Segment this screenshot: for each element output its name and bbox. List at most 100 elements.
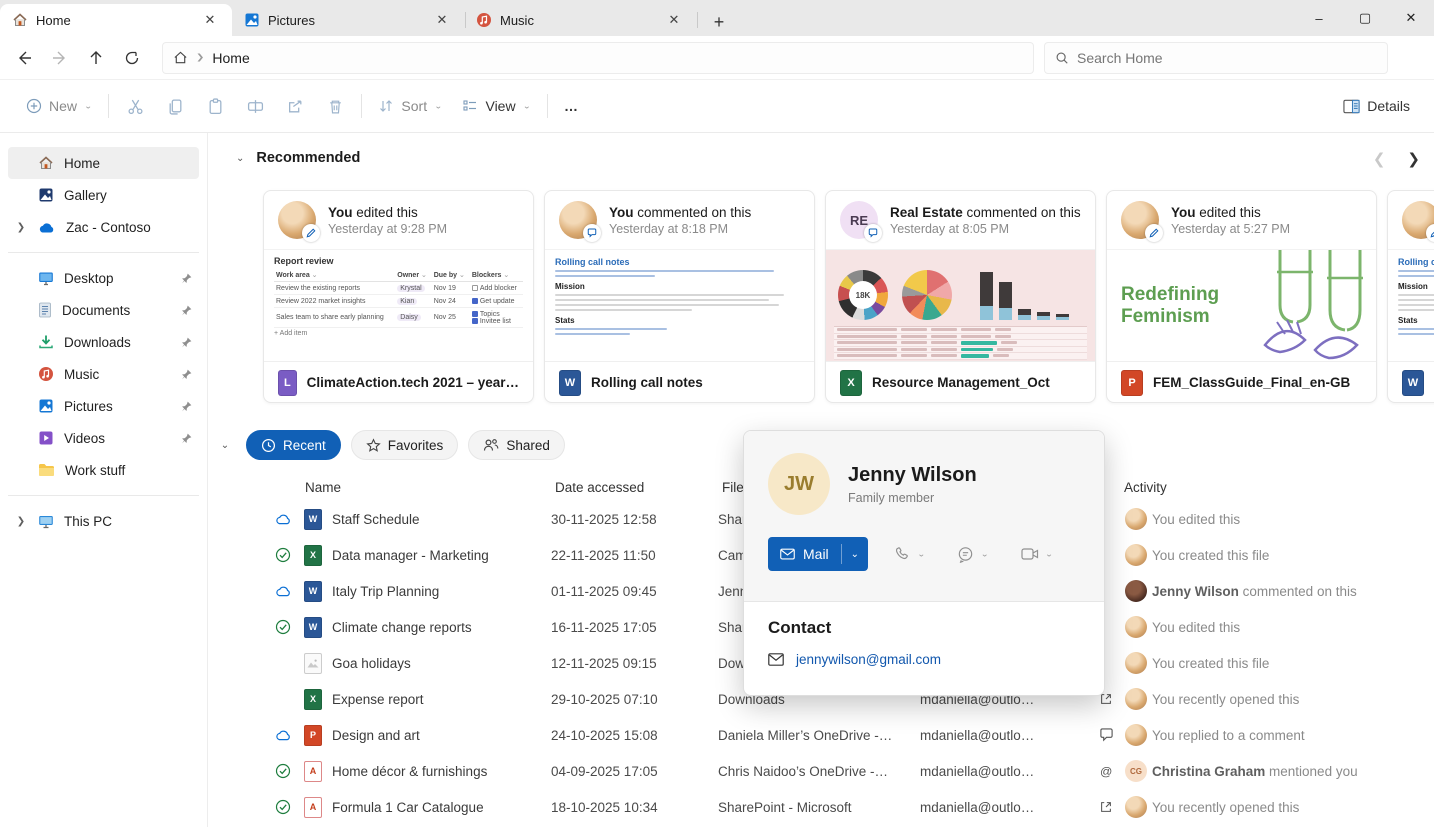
breadcrumb-home-icon[interactable] bbox=[173, 50, 188, 65]
tab-close-icon[interactable]: ✕ bbox=[198, 8, 222, 32]
filter-pill-favorites[interactable]: Favorites bbox=[351, 430, 459, 460]
tab-close-icon[interactable]: ✕ bbox=[662, 8, 686, 32]
column-header-activity[interactable]: Activity bbox=[1096, 480, 1434, 495]
pdf-file-icon: A bbox=[304, 797, 322, 818]
breadcrumb[interactable]: ❯ Home bbox=[162, 42, 1034, 74]
filter-pill-shared[interactable]: Shared bbox=[468, 430, 565, 460]
check-sync-icon bbox=[268, 547, 298, 563]
recommended-card[interactable]: You edited thisYesterday at 5:27 PMRedef… bbox=[1106, 190, 1377, 403]
expand-chevron-icon[interactable]: ❯ bbox=[14, 516, 28, 527]
file-name[interactable]: Expense report bbox=[328, 692, 551, 707]
sort-button[interactable]: Sort⌄ bbox=[368, 88, 452, 124]
sidebar-item-documents[interactable]: Documents bbox=[8, 294, 199, 326]
word-file-icon: W bbox=[304, 509, 322, 530]
forward-button[interactable] bbox=[42, 42, 78, 74]
view-button[interactable]: View⌄ bbox=[452, 88, 540, 124]
carousel-right-icon[interactable]: ❯ bbox=[1407, 150, 1420, 168]
documents-icon bbox=[38, 302, 52, 318]
see-more-button[interactable]: … bbox=[554, 88, 589, 124]
column-header-date-accessed[interactable]: Date accessed bbox=[555, 480, 722, 495]
activity-avatar bbox=[1125, 616, 1147, 638]
cut-button[interactable] bbox=[115, 88, 155, 124]
sidebar-item-music[interactable]: Music bbox=[8, 358, 199, 390]
tab-music[interactable]: Music✕ bbox=[464, 4, 696, 36]
contact-card: JW Jenny Wilson Family member Mail ⌄ bbox=[743, 430, 1105, 696]
file-name[interactable]: Climate change reports bbox=[328, 620, 551, 635]
activity-text: You edited this bbox=[1152, 620, 1434, 635]
card-activity-text: Real Estate commented on this bbox=[890, 205, 1081, 220]
avatar bbox=[1402, 201, 1434, 239]
file-name[interactable]: Design and art bbox=[328, 728, 551, 743]
sidebar-item-this-pc[interactable]: ❯This PC bbox=[8, 505, 199, 537]
folder-icon bbox=[38, 463, 55, 477]
new-tab-button[interactable]: + bbox=[704, 8, 734, 36]
share-button[interactable] bbox=[275, 88, 315, 124]
breadcrumb-location[interactable]: Home bbox=[212, 50, 249, 66]
filter-pill-recent[interactable]: Recent bbox=[246, 430, 341, 460]
check-sync-icon bbox=[268, 763, 298, 779]
recommended-card[interactable]: You edited thisYesterday at 9:28 PMRepor… bbox=[263, 190, 534, 403]
back-button[interactable] bbox=[6, 42, 42, 74]
activity-text: You edited this bbox=[1152, 512, 1434, 527]
refresh-button[interactable] bbox=[114, 42, 150, 74]
sidebar-item-work-stuff[interactable]: Work stuff bbox=[8, 454, 199, 486]
excel-file-icon: X bbox=[840, 370, 862, 396]
maximize-button[interactable]: ▢ bbox=[1342, 0, 1388, 36]
file-location: Chris Naidoo’s OneDrive -… bbox=[718, 764, 920, 779]
chat-button[interactable]: ⌄ bbox=[949, 546, 996, 563]
delete-button[interactable] bbox=[315, 88, 355, 124]
mail-button[interactable]: Mail ⌄ bbox=[768, 537, 868, 571]
sidebar-item-home[interactable]: Home bbox=[8, 147, 199, 179]
files-collapse-chevron-icon[interactable]: ⌄ bbox=[214, 440, 236, 451]
file-name[interactable]: Staff Schedule bbox=[328, 512, 551, 527]
pictures-icon bbox=[38, 398, 54, 414]
hands-feet-illustration bbox=[1225, 250, 1375, 361]
contact-email-link[interactable]: jennywilson@gmail.com bbox=[796, 652, 941, 667]
edit-badge-icon bbox=[302, 224, 320, 242]
sidebar-item-zac-contoso[interactable]: ❯Zac - Contoso bbox=[8, 211, 199, 243]
music-icon bbox=[38, 366, 54, 382]
shared-email: mdaniella@outlo… bbox=[920, 728, 1092, 743]
details-button[interactable]: Details bbox=[1335, 88, 1418, 124]
sidebar-item-videos[interactable]: Videos bbox=[8, 422, 199, 454]
card-file-name: Rolling call notes bbox=[591, 375, 703, 390]
file-name[interactable]: Goa holidays bbox=[328, 656, 551, 671]
cloud-sync-icon bbox=[268, 729, 298, 741]
expand-chevron-icon[interactable]: ❯ bbox=[14, 222, 28, 233]
up-button[interactable] bbox=[78, 42, 114, 74]
sidebar-item-gallery[interactable]: Gallery bbox=[8, 179, 199, 211]
sidebar-item-desktop[interactable]: Desktop bbox=[8, 262, 199, 294]
rename-button[interactable] bbox=[235, 88, 275, 124]
tab-pictures[interactable]: Pictures✕ bbox=[232, 4, 464, 36]
search-input[interactable]: Search Home bbox=[1044, 42, 1388, 74]
tab-close-icon[interactable]: ✕ bbox=[430, 8, 454, 32]
column-header-name[interactable]: Name bbox=[305, 480, 555, 495]
file-name[interactable]: Formula 1 Car Catalogue bbox=[328, 800, 551, 815]
file-name[interactable]: Home décor & furnishings bbox=[328, 764, 551, 779]
video-call-button[interactable]: ⌄ bbox=[1013, 547, 1061, 561]
new-button[interactable]: New⌄ bbox=[16, 88, 102, 124]
table-row[interactable]: AFormula 1 Car Catalogue18-10-2025 10:34… bbox=[208, 789, 1434, 825]
file-name[interactable]: Italy Trip Planning bbox=[328, 584, 551, 599]
pdf-file-icon: A bbox=[304, 761, 322, 782]
recommended-card[interactable]: You commented on thisYesterday at 8:18 P… bbox=[544, 190, 815, 403]
comment-badge-icon bbox=[583, 224, 601, 242]
recommended-collapse-chevron-icon[interactable]: ⌄ bbox=[236, 153, 244, 164]
call-button[interactable]: ⌄ bbox=[886, 546, 933, 563]
sidebar-item-downloads[interactable]: Downloads bbox=[8, 326, 199, 358]
close-button[interactable]: ✕ bbox=[1388, 0, 1434, 36]
mail-dropdown-chevron-icon[interactable]: ⌄ bbox=[842, 549, 868, 560]
paste-button[interactable] bbox=[195, 88, 235, 124]
tab-home[interactable]: Home✕ bbox=[0, 4, 232, 36]
pin-icon bbox=[180, 272, 193, 285]
table-row[interactable]: AHome décor & furnishings04-09-2025 17:0… bbox=[208, 753, 1434, 789]
recommended-card[interactable]: Rolling call notesMissionStatsW bbox=[1387, 190, 1434, 403]
file-name[interactable]: Data manager - Marketing bbox=[328, 548, 551, 563]
sidebar-item-pictures[interactable]: Pictures bbox=[8, 390, 199, 422]
minimize-button[interactable]: – bbox=[1296, 0, 1342, 36]
copy-button[interactable] bbox=[155, 88, 195, 124]
carousel-left-icon[interactable]: ❮ bbox=[1373, 150, 1386, 168]
table-row[interactable]: PDesign and art24-10-2025 15:08Daniela M… bbox=[208, 717, 1434, 753]
recommended-card[interactable]: REReal Estate commented on thisYesterday… bbox=[825, 190, 1096, 403]
report-review-preview: Report reviewWork area ⌄Owner ⌄Due by ⌄B… bbox=[264, 250, 533, 343]
